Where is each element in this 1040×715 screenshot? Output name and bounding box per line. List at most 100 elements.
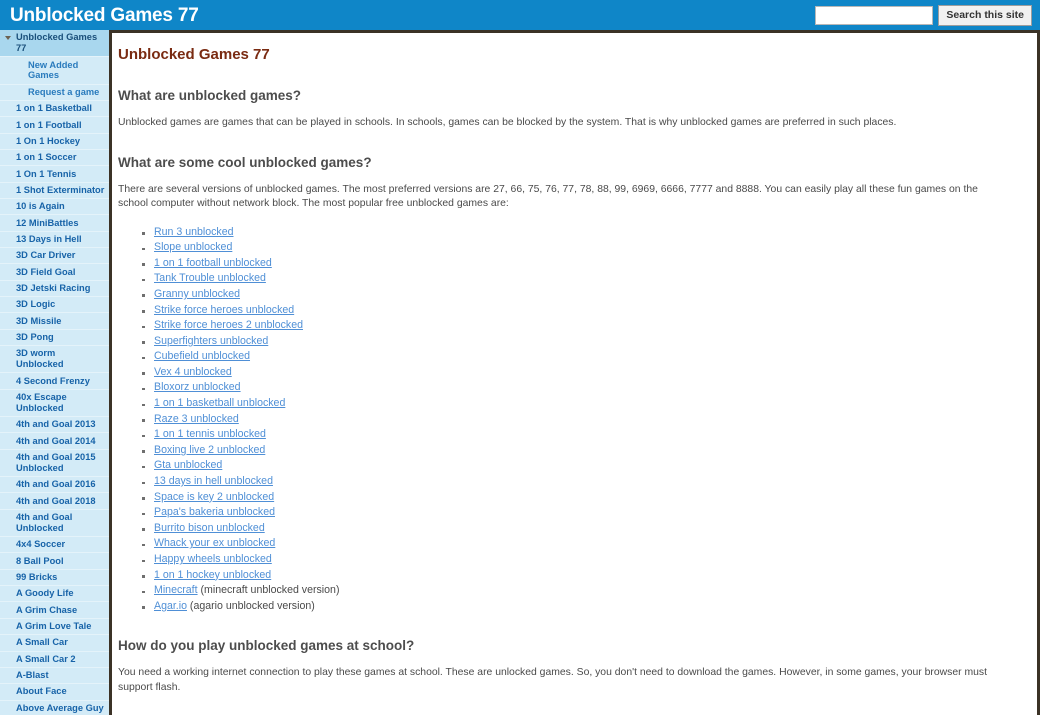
- sidebar-item-new-added-games[interactable]: New Added Games: [0, 57, 109, 85]
- sidebar-item-above-average-guy[interactable]: Above Average Guy: [0, 701, 109, 715]
- sidebar-item-3d-pong[interactable]: 3D Pong: [0, 330, 109, 347]
- game-link-strike-force-heroes-2-unblocked[interactable]: Strike force heroes 2 unblocked: [154, 319, 303, 331]
- sidebar-item-a-small-car[interactable]: A Small Car: [0, 635, 109, 652]
- game-link-1-on-1-football-unblocked[interactable]: 1 on 1 football unblocked: [154, 257, 272, 269]
- sidebar-nav[interactable]: Unblocked Games 77 New Added Games Request…: [0, 30, 112, 715]
- game-link-raze-3-unblocked[interactable]: Raze 3 unblocked: [154, 413, 239, 425]
- sidebar-item-4th-and-goal-2014[interactable]: 4th and Goal 2014: [0, 433, 109, 450]
- sidebar-item-label: 1 On 1 Tennis: [16, 168, 77, 179]
- sidebar-item-3d-missile[interactable]: 3D Missile: [0, 313, 109, 330]
- search-input[interactable]: [815, 5, 934, 25]
- sidebar-item-label: A Goody Life: [16, 588, 74, 599]
- sidebar-item-4-second-frenzy[interactable]: 4 Second Frenzy: [0, 373, 109, 390]
- sidebar-item-label: 4th and Goal 2014: [16, 435, 96, 446]
- sidebar-item-label: A Small Car 2: [16, 653, 76, 664]
- section-heading-cool-unblocked-games: What are some cool unblocked games?: [118, 154, 372, 170]
- section-heading-how-to-play: How do you play unblocked games at schoo…: [118, 637, 415, 653]
- list-item: Gta unblocked: [142, 458, 1023, 474]
- game-link-boxing-live-2-unblocked[interactable]: Boxing live 2 unblocked: [154, 444, 265, 456]
- game-link-1-on-1-hockey-unblocked[interactable]: 1 on 1 hockey unblocked: [154, 569, 271, 581]
- sidebar-item-a-goody-life[interactable]: A Goody Life: [0, 586, 109, 603]
- list-item: 1 on 1 tennis unblocked: [142, 427, 1023, 443]
- list-item: 13 days in hell unblocked: [142, 474, 1023, 490]
- game-link-slope-unblocked[interactable]: Slope unblocked: [154, 241, 232, 253]
- list-item: Happy wheels unblocked: [142, 552, 1023, 568]
- sidebar-item-3d-jetski-racing[interactable]: 3D Jetski Racing: [0, 281, 109, 298]
- game-link-tank-trouble-unblocked[interactable]: Tank Trouble unblocked: [154, 272, 266, 284]
- search-area: Search this site: [815, 4, 1032, 26]
- sidebar-item-40x-escape-unblocked[interactable]: 40x Escape Unblocked: [0, 390, 109, 418]
- sidebar-item-label: A Small Car: [16, 637, 68, 648]
- sidebar-item-4x4-soccer[interactable]: 4x4 Soccer: [0, 537, 109, 554]
- list-item: Strike force heroes unblocked: [142, 302, 1023, 318]
- sidebar-item-1-shot-exterminator[interactable]: 1 Shot Exterminator: [0, 183, 109, 200]
- sidebar-item-label: 3D Car Driver: [16, 250, 76, 261]
- sidebar-item-label: 4th and Goal 2016: [16, 479, 96, 490]
- sidebar-item-12-minibattles[interactable]: 12 MiniBattles: [0, 215, 109, 232]
- game-link-1-on-1-basketball-unblocked[interactable]: 1 on 1 basketball unblocked: [154, 397, 285, 409]
- sidebar-item-3d-car-driver[interactable]: 3D Car Driver: [0, 248, 109, 265]
- sidebar-item-4th-and-goal-2016[interactable]: 4th and Goal 2016: [0, 477, 109, 494]
- game-link-agar-io[interactable]: Agar.io: [154, 600, 187, 612]
- sidebar-item-4th-and-goal-2018[interactable]: 4th and Goal 2018: [0, 493, 109, 510]
- section-paragraph-what-are-unblocked-games: Unblocked games are games that can be pl…: [118, 116, 897, 128]
- list-item: 1 on 1 basketball unblocked: [142, 396, 1023, 412]
- game-link-gta-unblocked[interactable]: Gta unblocked: [154, 459, 222, 471]
- sidebar-item-a-small-car-2[interactable]: A Small Car 2: [0, 652, 109, 668]
- game-link-whack-your-ex-unblocked[interactable]: Whack your ex unblocked: [154, 537, 275, 549]
- sidebar-item-a-grim-love-tale[interactable]: A Grim Love Tale: [0, 619, 109, 636]
- sidebar-item-1-on-1-soccer[interactable]: 1 on 1 Soccer: [0, 150, 109, 167]
- game-link-bloxorz-unblocked[interactable]: Bloxorz unblocked: [154, 381, 241, 393]
- game-link-happy-wheels-unblocked[interactable]: Happy wheels unblocked: [154, 553, 272, 565]
- sidebar-item-label: Above Average Guy: [16, 702, 104, 713]
- sidebar-item-label: Request a game: [28, 86, 100, 97]
- sidebar-item-label: A-Blast: [16, 670, 49, 681]
- sidebar-item-1-on-1-tennis[interactable]: 1 On 1 Tennis: [0, 166, 109, 183]
- list-item: Raze 3 unblocked: [142, 411, 1023, 427]
- game-link-burrito-bison-unblocked[interactable]: Burrito bison unblocked: [154, 522, 265, 534]
- game-link-13-days-in-hell-unblocked[interactable]: 13 days in hell unblocked: [154, 475, 273, 487]
- game-link-list: Run 3 unblocked Slope unblocked 1 on 1 foo…: [118, 224, 1023, 614]
- sidebar-item-99-bricks[interactable]: 99 Bricks: [0, 570, 109, 587]
- sidebar-item-4th-and-goal-2013[interactable]: 4th and Goal 2013: [0, 417, 109, 434]
- game-link-granny-unblocked[interactable]: Granny unblocked: [154, 288, 240, 300]
- game-link-space-is-key-2-unblocked[interactable]: Space is key 2 unblocked: [154, 491, 274, 503]
- game-link-cubefield-unblocked[interactable]: Cubefield unblocked: [154, 350, 250, 362]
- sidebar-item-label: Unblocked Games 77: [16, 32, 98, 54]
- sidebar-item-label: 3D Jetski Racing: [16, 282, 91, 293]
- sidebar-item-3d-logic[interactable]: 3D Logic: [0, 297, 109, 314]
- list-item: Cubefield unblocked: [142, 349, 1023, 365]
- list-item: Vex 4 unblocked: [142, 364, 1023, 380]
- sidebar-item-8-ball-pool[interactable]: 8 Ball Pool: [0, 553, 109, 570]
- game-link-superfighters-unblocked[interactable]: Superfighters unblocked: [154, 335, 268, 347]
- search-button[interactable]: Search this site: [938, 4, 1032, 26]
- sidebar-item-unblocked-games-77[interactable]: Unblocked Games 77: [0, 30, 109, 58]
- sidebar-item-4th-and-goal-unblocked[interactable]: 4th and Goal Unblocked: [0, 510, 109, 538]
- sidebar-item-label: A Grim Chase: [16, 604, 78, 615]
- game-link-papa-s-bakeria-unblocked[interactable]: Papa's bakeria unblocked: [154, 506, 275, 518]
- sidebar-item-label: 3D Pong: [16, 331, 54, 342]
- sidebar-item-1-on-1-basketball[interactable]: 1 on 1 Basketball: [0, 101, 109, 118]
- game-link-1-on-1-tennis-unblocked[interactable]: 1 on 1 tennis unblocked: [154, 428, 266, 440]
- list-item: Bloxorz unblocked: [142, 380, 1023, 396]
- game-link-vex-4-unblocked[interactable]: Vex 4 unblocked: [154, 366, 232, 378]
- sidebar-item-10-is-again[interactable]: 10 is Again: [0, 199, 109, 216]
- sidebar-item-4th-and-goal-2015-unblocked[interactable]: 4th and Goal 2015 Unblocked: [0, 450, 109, 478]
- sidebar-item-3d-field-goal[interactable]: 3D Field Goal: [0, 264, 109, 281]
- sidebar-item-a-blast[interactable]: A-Blast: [0, 668, 109, 685]
- sidebar-item-label: 4th and Goal 2018: [16, 495, 96, 506]
- sidebar-item-1-on-1-hockey[interactable]: 1 On 1 Hockey: [0, 134, 109, 150]
- sidebar-item-1-on-1-football[interactable]: 1 on 1 Football: [0, 117, 109, 134]
- game-link-run-3-unblocked[interactable]: Run 3 unblocked: [154, 226, 234, 238]
- sidebar-item-request-a-game[interactable]: Request a game: [0, 85, 109, 101]
- section-paragraph-how-to-play: You need a working internet connection t…: [118, 666, 987, 693]
- game-link-minecraft[interactable]: Minecraft: [154, 584, 198, 596]
- sidebar-item-a-grim-chase[interactable]: A Grim Chase: [0, 602, 109, 619]
- game-link-strike-force-heroes-unblocked[interactable]: Strike force heroes unblocked: [154, 304, 294, 316]
- sidebar-item-label: 3D Missile: [16, 315, 62, 326]
- sidebar-item-label: A Grim Love Tale: [16, 621, 92, 631]
- sidebar-item-about-face[interactable]: About Face: [0, 684, 109, 701]
- sidebar-item-3d-worm-unblocked[interactable]: 3D worm Unblocked: [0, 346, 109, 374]
- sidebar-item-13-days-in-hell[interactable]: 13 Days in Hell: [0, 232, 109, 249]
- sidebar-item-label: 1 on 1 Soccer: [16, 152, 77, 163]
